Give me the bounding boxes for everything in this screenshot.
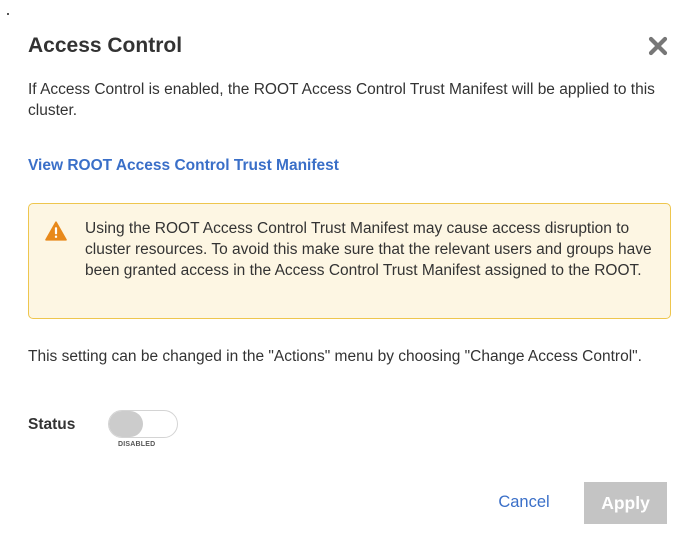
view-manifest-link[interactable]: View ROOT Access Control Trust Manifest [28,156,339,176]
cancel-button[interactable]: Cancel [484,482,564,522]
warning-icon [45,221,67,241]
corner-dot [7,13,9,15]
status-label: Status [28,416,76,433]
close-icon [648,36,668,56]
access-control-dialog: Access Control If Access Control is enab… [0,0,689,543]
warning-box: Using the ROOT Access Control Trust Mani… [28,203,671,319]
toggle-knob [109,411,143,437]
dialog-title: Access Control [28,34,183,57]
close-button[interactable] [646,34,670,58]
status-toggle[interactable] [108,410,178,438]
warning-text: Using the ROOT Access Control Trust Mani… [85,220,652,279]
intro-text: If Access Control is enabled, the ROOT A… [28,81,655,119]
apply-button[interactable]: Apply [584,482,667,524]
note-text: This setting can be changed in the "Acti… [28,348,642,365]
toggle-state-label: DISABLED [118,441,156,448]
